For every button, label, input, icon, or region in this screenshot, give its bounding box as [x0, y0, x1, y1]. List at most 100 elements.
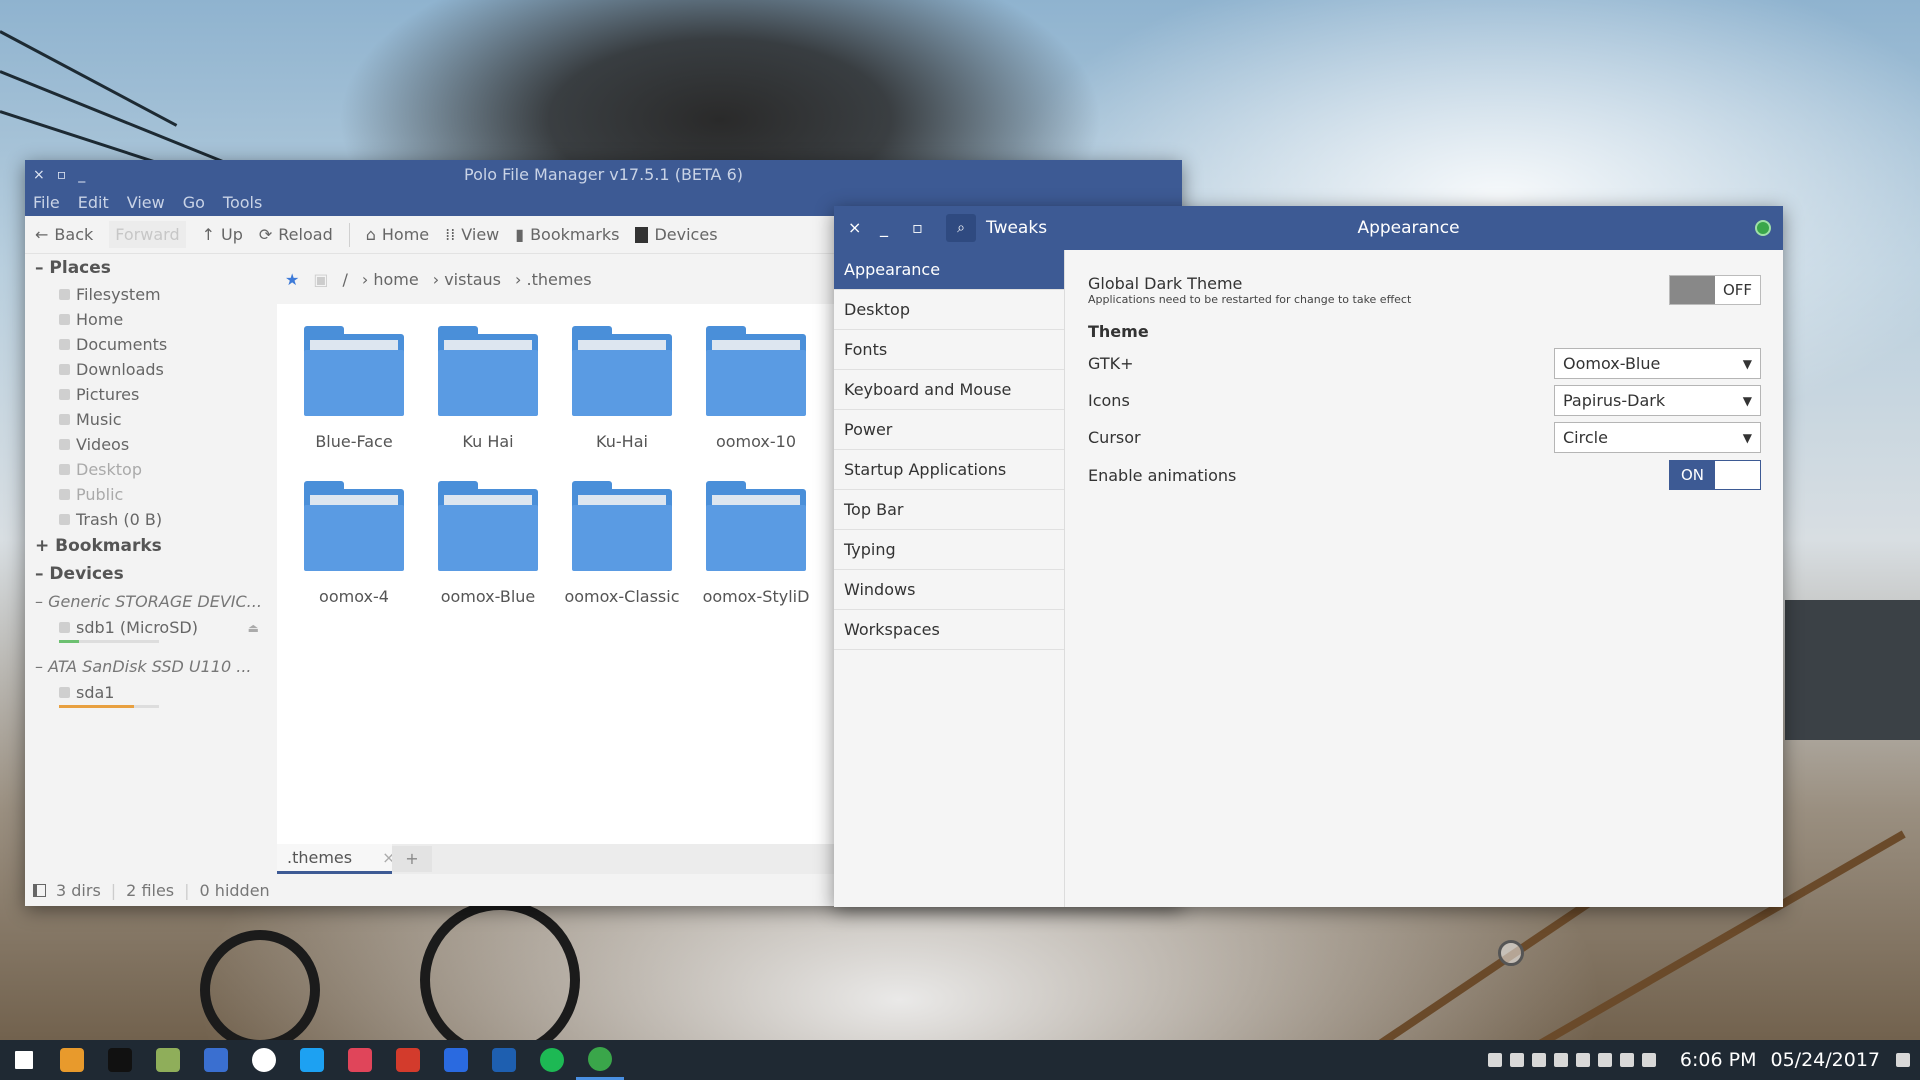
sidebar-item-desktop[interactable]: Desktop	[834, 290, 1064, 330]
folder-item[interactable]: oomox-StyliD	[689, 481, 823, 606]
device-partition[interactable]: sda1	[25, 680, 277, 705]
power-icon[interactable]	[1641, 1053, 1656, 1067]
reload-button[interactable]: ⟳ Reload	[259, 225, 333, 244]
bookmarks-button[interactable]: ▮ Bookmarks	[515, 225, 619, 244]
chat-icon[interactable]	[1531, 1053, 1546, 1067]
tab-themes[interactable]: .themes ×	[277, 844, 396, 874]
taskbar-vivaldi-button[interactable]	[384, 1040, 432, 1080]
sidebar-item-fonts[interactable]: Fonts	[834, 330, 1064, 370]
wifi-icon[interactable]	[1509, 1053, 1524, 1067]
breadcrumb-item[interactable]: › .themes	[515, 270, 592, 289]
sidebar-item-keyboard-mouse[interactable]: Keyboard and Mouse	[834, 370, 1064, 410]
clock-time[interactable]: 6:06 PM	[1680, 1049, 1757, 1071]
switch-state: OFF	[1722, 281, 1753, 299]
sidebar-item-pictures[interactable]: Pictures	[25, 382, 277, 407]
sidebar-item-desktop[interactable]: Desktop	[25, 457, 277, 482]
back-button[interactable]: ← Back	[35, 225, 93, 244]
bookmarks-header[interactable]: + Bookmarks	[25, 532, 277, 560]
eject-icon[interactable]: ⏏	[248, 621, 259, 635]
folder-item[interactable]: oomox-Blue	[421, 481, 555, 606]
taskbar-twitter-button[interactable]	[288, 1040, 336, 1080]
folder-item[interactable]: Blue-Face	[287, 326, 421, 451]
minimize-icon[interactable]: _	[78, 160, 85, 190]
sidebar-item-public[interactable]: Public	[25, 482, 277, 507]
sidebar-item-power[interactable]: Power	[834, 410, 1064, 450]
devices-header[interactable]: – Devices	[25, 560, 277, 588]
places-header[interactable]: – Places	[25, 254, 277, 282]
sidebar-item-home[interactable]: Home	[25, 307, 277, 332]
folder-item[interactable]: oomox-Classic	[555, 481, 689, 606]
taskbar-outlook-button[interactable]	[480, 1040, 528, 1080]
breadcrumb-item[interactable]: › home	[362, 270, 419, 289]
sidebar-item-filesystem[interactable]: Filesystem	[25, 282, 277, 307]
folder-icon	[304, 326, 404, 416]
menu-go[interactable]: Go	[183, 190, 205, 216]
taskbar-writer-button[interactable]	[432, 1040, 480, 1080]
sidebar-item-typing[interactable]: Typing	[834, 530, 1064, 570]
cursor-theme-select[interactable]: Circle ▼	[1554, 422, 1761, 453]
bluetooth-icon[interactable]	[1619, 1053, 1634, 1067]
sidebar-item-workspaces[interactable]: Workspaces	[834, 610, 1064, 650]
taskbar-download-manager-button[interactable]	[48, 1040, 96, 1080]
show-desktop-icon[interactable]	[1896, 1053, 1910, 1067]
home-button[interactable]: ⌂ Home	[366, 225, 429, 244]
breadcrumb-item[interactable]: › vistaus	[433, 270, 501, 289]
chevron-down-icon: ▼	[1742, 356, 1752, 371]
close-icon[interactable]: ×	[33, 160, 45, 190]
folder-item[interactable]: Ku-Hai	[555, 326, 689, 451]
sidebar-item-trash[interactable]: Trash (0 B)	[25, 507, 277, 532]
sidebar-item-label: Public	[76, 485, 124, 504]
menu-view[interactable]: View	[127, 190, 165, 216]
minimize-icon[interactable]: _	[880, 206, 888, 250]
maximize-icon[interactable]: ▫	[912, 206, 923, 250]
battery-icon[interactable]	[1575, 1053, 1590, 1067]
menu-tools[interactable]: Tools	[223, 190, 262, 216]
maximize-icon[interactable]: ▫	[57, 160, 67, 190]
bookmark-icon[interactable]: ▣	[313, 270, 328, 289]
sidebar-item-videos[interactable]: Videos	[25, 432, 277, 457]
sidebar-toggle-icon[interactable]	[33, 883, 46, 897]
global-dark-theme-switch[interactable]: OFF	[1669, 275, 1761, 305]
sidebar-item-documents[interactable]: Documents	[25, 332, 277, 357]
taskbar-safari-button[interactable]	[240, 1040, 288, 1080]
clock-date[interactable]: 05/24/2017	[1770, 1049, 1880, 1071]
gtk-theme-select[interactable]: Oomox-Blue ▼	[1554, 348, 1761, 379]
taskbar-spotify-button[interactable]	[528, 1040, 576, 1080]
forward-button[interactable]: Forward	[109, 221, 186, 248]
taskbar-file-manager-button[interactable]	[144, 1040, 192, 1080]
breadcrumb-root[interactable]: /	[342, 270, 347, 289]
folder-name: Ku Hai	[462, 432, 514, 451]
view-button[interactable]: ⁞⁞ View	[445, 225, 499, 244]
star-icon[interactable]: ★	[285, 270, 299, 289]
folder-item[interactable]: Ku Hai	[421, 326, 555, 451]
clipboard-icon[interactable]	[1487, 1053, 1502, 1067]
menu-edit[interactable]: Edit	[78, 190, 109, 216]
sidebar-item-startup[interactable]: Startup Applications	[834, 450, 1064, 490]
icon-theme-select[interactable]: Papirus-Dark ▼	[1554, 385, 1761, 416]
writer-icon	[444, 1048, 468, 1072]
add-tab-button[interactable]: +	[392, 846, 432, 872]
taskbar-gimp-button[interactable]	[192, 1040, 240, 1080]
taskbar-start-menu-button[interactable]	[0, 1040, 48, 1080]
devices-button[interactable]: Devices	[635, 225, 718, 244]
sidebar-item-top-bar[interactable]: Top Bar	[834, 490, 1064, 530]
volume-icon[interactable]	[1597, 1053, 1612, 1067]
device-partition[interactable]: sdb1 (MicroSD) ⏏	[25, 615, 277, 640]
sidebar-item-downloads[interactable]: Downloads	[25, 357, 277, 382]
notification-icon[interactable]	[1553, 1053, 1568, 1067]
taskbar-tweaks-button[interactable]	[576, 1040, 624, 1080]
sidebar-item-appearance[interactable]: Appearance	[834, 250, 1064, 290]
system-tray: 6:06 PM 05/24/2017	[1487, 1040, 1910, 1080]
sidebar-item-music[interactable]: Music	[25, 407, 277, 432]
close-icon[interactable]: ×	[848, 206, 861, 250]
menu-file[interactable]: File	[33, 190, 60, 216]
taskbar-pling-button[interactable]	[96, 1040, 144, 1080]
outlook-icon	[492, 1048, 516, 1072]
sidebar-item-windows[interactable]: Windows	[834, 570, 1064, 610]
up-button[interactable]: ↑ Up	[202, 225, 243, 244]
folder-item[interactable]: oomox-4	[287, 481, 421, 606]
taskbar-image-viewer-button[interactable]	[336, 1040, 384, 1080]
search-icon[interactable]: ⌕	[946, 214, 976, 242]
folder-item[interactable]: oomox-10	[689, 326, 823, 451]
animations-switch[interactable]: ON	[1669, 460, 1761, 490]
